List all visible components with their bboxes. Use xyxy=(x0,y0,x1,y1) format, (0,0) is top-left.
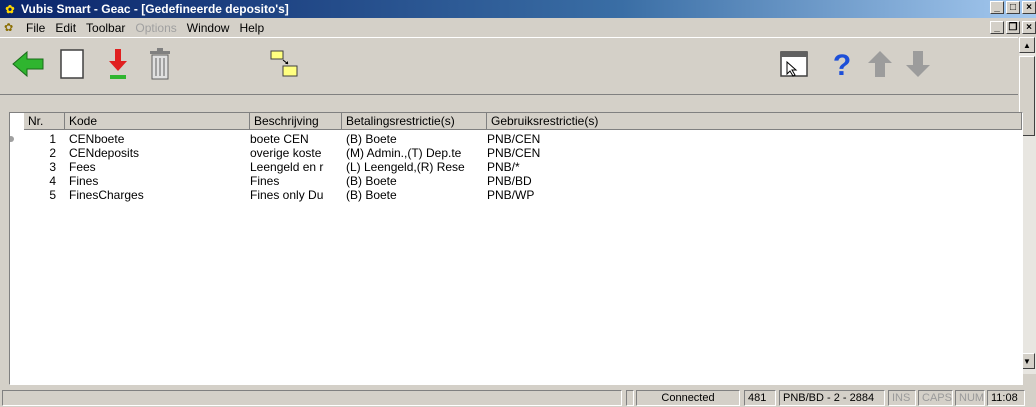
minimize-button[interactable]: _ xyxy=(990,1,1004,14)
record-count: 481 xyxy=(744,390,776,406)
close-button[interactable]: × xyxy=(1022,1,1036,14)
cell-beschrijving: overige koste xyxy=(250,146,322,160)
back-arrow-icon xyxy=(12,50,44,78)
maximize-button[interactable]: □ xyxy=(1006,1,1020,14)
move-folder-icon xyxy=(270,50,298,77)
svg-text:?: ? xyxy=(833,49,851,80)
trash-icon xyxy=(150,48,170,80)
status-bar: Connected 481 PNB/BD - 2 - 2884 INS CAPS… xyxy=(0,389,1036,407)
cell-betalingsrestrictie: (B) Boete xyxy=(346,132,397,146)
delete-button[interactable] xyxy=(140,44,180,84)
cell-betalingsrestrictie: (L) Leengeld,(R) Rese xyxy=(346,160,465,174)
menu-help[interactable]: Help xyxy=(234,21,269,35)
app-icon: ✿ xyxy=(5,3,15,16)
cell-beschrijving: Leengeld en r xyxy=(250,160,324,174)
cell-beschrijving: Fines only Du xyxy=(250,188,324,202)
title-bar: ✿ Vubis Smart - Geac - [Gedefineerde dep… xyxy=(0,0,1036,18)
table-row[interactable]: 3 Fees Leengeld en r (L) Leengeld,(R) Re… xyxy=(10,160,1022,174)
cell-gebruiksrestrictie: PNB/CEN xyxy=(487,132,541,146)
column-header-beschrijving[interactable]: Beschrijving xyxy=(250,113,342,130)
cell-nr: 1 xyxy=(49,132,56,146)
new-document-icon xyxy=(60,49,84,79)
column-header-gebruiksrestrictie[interactable]: Gebruiksrestrictie(s) xyxy=(487,113,1022,130)
cell-betalingsrestrictie: (M) Admin.,(T) Dep.te xyxy=(346,146,462,160)
cell-betalingsrestrictie: (B) Boete xyxy=(346,174,397,188)
download-arrow-icon xyxy=(109,49,127,79)
column-header-nr[interactable]: Nr. xyxy=(24,113,65,130)
caps-indicator: CAPS xyxy=(918,390,953,406)
current-row-indicator xyxy=(10,136,14,142)
column-header-kode[interactable]: Kode xyxy=(65,113,250,130)
cell-beschrijving: boete CEN xyxy=(250,132,309,146)
toolbar: ? xyxy=(0,37,1036,95)
menu-bar: ✿ File Edit Toolbar Options Window Help … xyxy=(0,18,1036,37)
cell-betalingsrestrictie: (B) Boete xyxy=(346,188,397,202)
status-divider-panel xyxy=(626,390,634,406)
column-header-betalingsrestrictie[interactable]: Betalingsrestrictie(s) xyxy=(342,113,487,130)
move-button[interactable] xyxy=(264,44,304,84)
cell-kode: CENboete xyxy=(69,132,125,146)
cell-kode: Fees xyxy=(69,160,96,174)
clock: 11:08 xyxy=(987,390,1025,406)
help-icon: ? xyxy=(833,49,851,80)
mdi-close-button[interactable]: × xyxy=(1022,21,1036,34)
menu-options[interactable]: Options xyxy=(130,21,181,35)
menu-edit[interactable]: Edit xyxy=(50,21,81,35)
table-row[interactable]: 4 Fines Fines (B) Boete PNB/BD xyxy=(10,174,1022,188)
cell-nr: 5 xyxy=(49,188,56,202)
download-button[interactable] xyxy=(98,44,138,84)
deposits-table: Nr. Kode Beschrijving Betalingsrestricti… xyxy=(9,112,1023,385)
cell-nr: 3 xyxy=(49,160,56,174)
num-indicator: NUM xyxy=(955,390,985,406)
next-button[interactable] xyxy=(898,44,938,84)
cell-kode: Fines xyxy=(69,174,99,188)
cell-kode: FinesCharges xyxy=(69,188,144,202)
new-button[interactable] xyxy=(52,44,92,84)
cell-gebruiksrestrictie: PNB/WP xyxy=(487,188,535,202)
cell-kode: CENdeposits xyxy=(69,146,140,160)
mdi-restore-button[interactable]: ❐ xyxy=(1006,21,1020,34)
cell-nr: 2 xyxy=(49,146,56,160)
location-status: PNB/BD - 2 - 2884 xyxy=(779,390,885,406)
up-arrow-icon xyxy=(868,51,892,77)
table-row[interactable]: 2 CENdeposits overige koste (M) Admin.,(… xyxy=(10,146,1022,160)
cell-gebruiksrestrictie: PNB/* xyxy=(487,160,520,174)
menu-toolbar[interactable]: Toolbar xyxy=(81,21,130,35)
table-row[interactable]: 5 FinesCharges Fines only Du (B) Boete P… xyxy=(10,188,1022,202)
cell-gebruiksrestrictie: PNB/CEN xyxy=(487,146,541,160)
help-button[interactable]: ? xyxy=(822,44,862,84)
down-arrow-icon xyxy=(906,51,930,77)
form-icon xyxy=(780,51,808,77)
document-icon[interactable]: ✿ xyxy=(4,21,18,34)
mdi-minimize-button[interactable]: _ xyxy=(990,21,1004,34)
form-button[interactable] xyxy=(774,44,814,84)
cell-gebruiksrestrictie: PNB/BD xyxy=(487,174,532,188)
previous-button[interactable] xyxy=(860,44,900,84)
window-title: Vubis Smart - Geac - [Gedefineerde depos… xyxy=(21,2,289,16)
status-message-panel xyxy=(2,390,622,406)
scroll-up-button[interactable]: ▲ xyxy=(1019,37,1035,53)
back-button[interactable] xyxy=(8,44,48,84)
connection-status: Connected xyxy=(636,390,740,406)
cell-nr: 4 xyxy=(49,174,56,188)
menu-file[interactable]: File xyxy=(21,21,50,35)
ins-indicator: INS xyxy=(888,390,916,406)
menu-window[interactable]: Window xyxy=(182,21,235,35)
cell-beschrijving: Fines xyxy=(250,174,280,188)
table-row[interactable]: 1 CENboete boete CEN (B) Boete PNB/CEN xyxy=(10,132,1022,146)
